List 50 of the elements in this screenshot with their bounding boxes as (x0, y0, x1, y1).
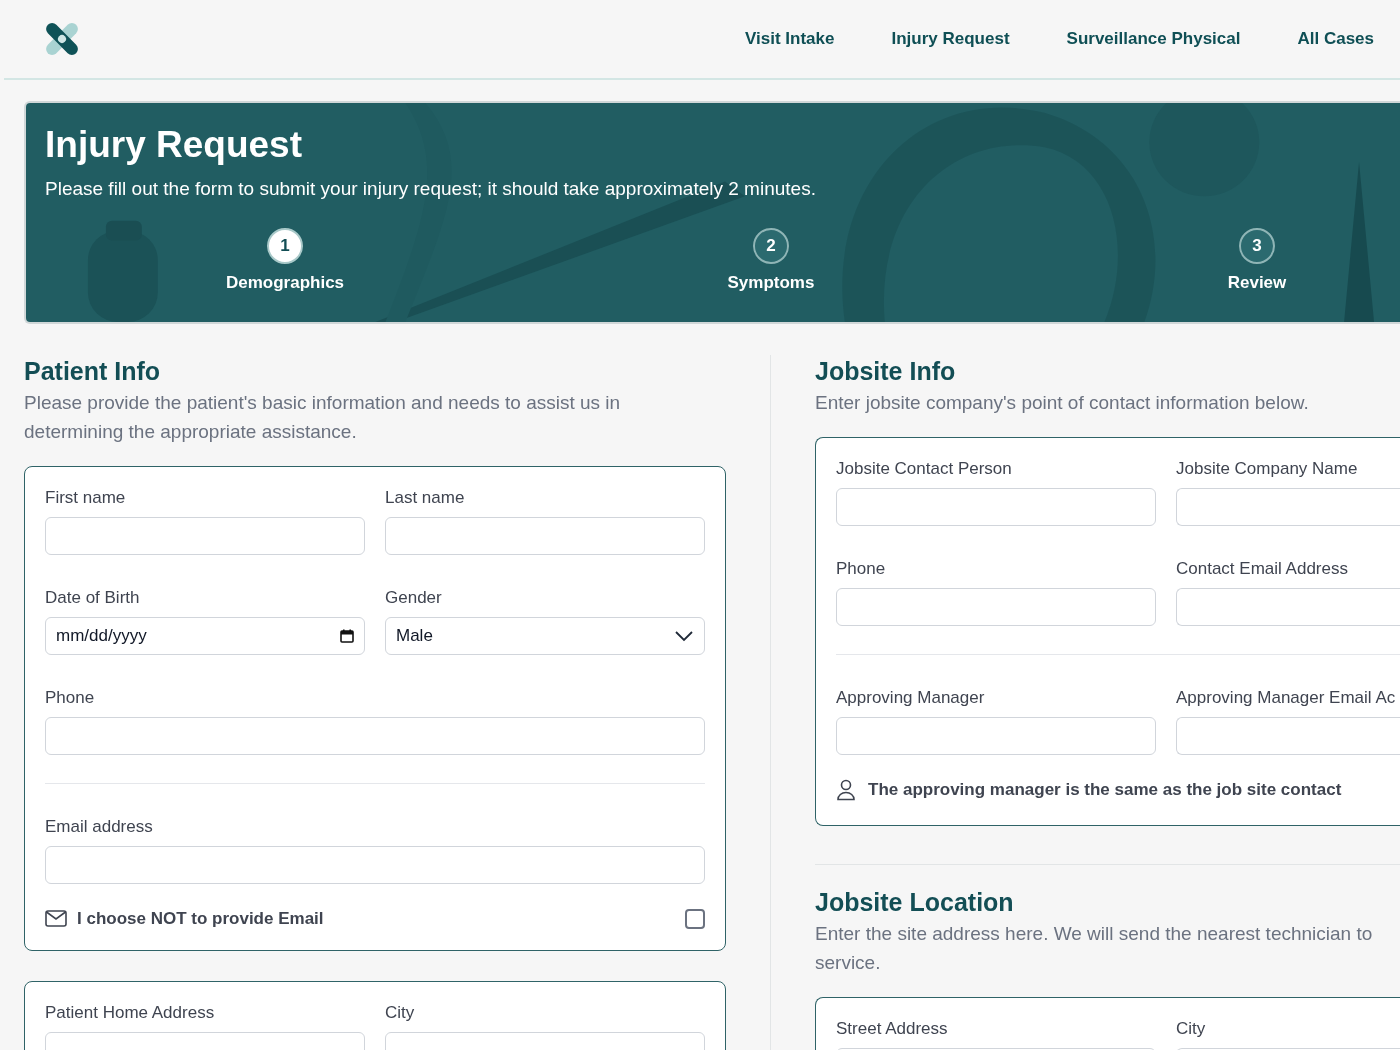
field-label: Date of Birth (45, 587, 141, 609)
field-label: First name (45, 487, 127, 509)
field-label: Approving Manager Email Ac (1176, 687, 1397, 709)
step-label[interactable]: Demographics (225, 270, 345, 296)
step-label[interactable]: Review (1227, 270, 1287, 296)
field-label: Gender (385, 587, 443, 609)
nav-link[interactable]: Surveillance Physical (1066, 26, 1241, 52)
text-field[interactable] (45, 517, 365, 555)
nav-link[interactable]: Visit Intake (745, 26, 835, 52)
field-label: Phone (836, 558, 887, 580)
text-field[interactable] (385, 517, 705, 555)
field-label: Contact Email Address (1176, 558, 1349, 580)
field-label: City (1176, 1017, 1207, 1040)
field-label: Street Address (836, 1017, 949, 1040)
section-description: Please provide the patient's basic information and needs to assist us in determining the appropriate assistance. (24, 391, 622, 444)
date-field[interactable]: mm/dd/yyyy (45, 617, 365, 655)
field-label: Jobsite Company Name (1176, 458, 1359, 480)
text-field[interactable] (1176, 717, 1400, 755)
nav-link[interactable]: All Cases (1297, 26, 1374, 52)
text-field[interactable] (836, 717, 1156, 755)
gender-select[interactable]: Male (385, 617, 705, 655)
calendar-icon (340, 629, 354, 643)
text-field[interactable] (1176, 488, 1400, 526)
chevron-down-icon (674, 630, 694, 642)
note-text: The approving manager is the same as the job site contact (868, 779, 1342, 801)
checkbox-label: I choose NOT to provide Email (77, 908, 324, 930)
field-label: Approving Manager (836, 687, 986, 709)
field-label: Phone (45, 687, 96, 709)
field-label: Jobsite Contact Person (836, 458, 1013, 480)
person-icon (836, 778, 856, 801)
field-label: Last name (385, 487, 466, 509)
step-label[interactable]: Symptoms (727, 270, 815, 296)
text-field[interactable] (45, 717, 705, 755)
checkbox[interactable] (685, 908, 705, 929)
section-title: Jobsite Location (815, 886, 1015, 917)
page-title: Injury Request (45, 123, 303, 167)
page-subtitle: Please fill out the form to submit your injury request; it should take approximately 2 minutes. (45, 177, 817, 201)
text-field[interactable] (45, 846, 705, 884)
section-description: Enter jobsite company's point of contact information below. (815, 391, 1310, 415)
section-description: Enter the site address here. We will send the nearest technician to service. (815, 921, 1374, 975)
envelope-icon (45, 910, 67, 928)
section-title: Jobsite Info (815, 356, 957, 386)
nav-link[interactable]: Injury Request (891, 26, 1010, 52)
field-label: Email address (45, 816, 154, 838)
text-field[interactable] (836, 588, 1156, 626)
text-field[interactable] (1176, 588, 1400, 626)
text-field[interactable] (836, 488, 1156, 526)
field-label: Patient Home Address (45, 1001, 216, 1024)
section-title: Patient Info (24, 356, 162, 386)
field-label: City (385, 1001, 416, 1024)
